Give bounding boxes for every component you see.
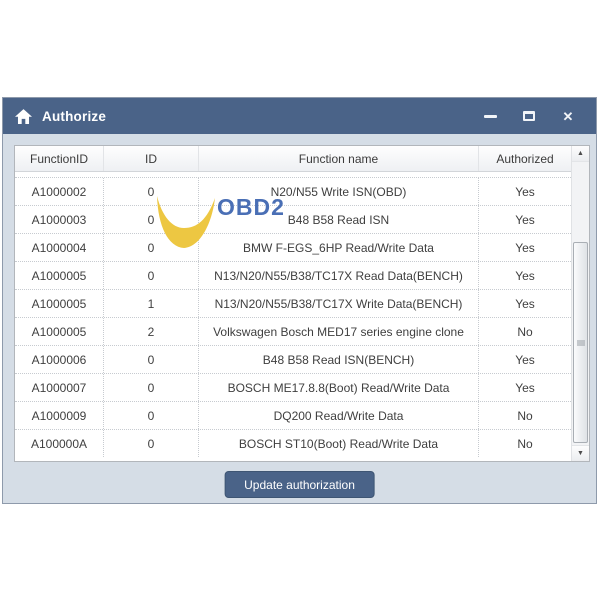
cell-function-name: N13/N20/N55/B38/TC17X Write Data(BENCH) [199,290,479,317]
table-row[interactable]: A1000007 0 BOSCH ME17.8.8(Boot) Read/Wri… [15,373,571,401]
cell-function-id: A1000007 [15,374,104,401]
cell-id: 0 [104,206,199,233]
cell-function-name: DQ200 Read/Write Data [199,402,479,429]
cell-function-name: B48 B58 Read ISN(BENCH) [199,346,479,373]
page-background: Authorize ✕ FunctionID ID Function name [0,0,600,600]
cell-id: 2 [104,318,199,345]
cell-id: 0 [104,262,199,289]
scroll-up-button[interactable]: ▲ [572,146,589,162]
update-authorization-button[interactable]: Update authorization [224,471,375,498]
cell-function-id: A1000009 [15,402,104,429]
scrollbar-grip-icon [577,340,585,345]
table-header-row: FunctionID ID Function name Authorized [15,146,571,172]
table-body: A1000002 0 N20/N55 Write ISN(OBD) Yes A1… [15,177,571,457]
cell-function-name: B48 B58 Read ISN [199,206,479,233]
scrollbar-thumb[interactable] [573,242,588,443]
scroll-up-icon: ▲ [577,150,584,157]
table-row[interactable]: A1000005 1 N13/N20/N55/B38/TC17X Write D… [15,289,571,317]
column-header-function-name[interactable]: Function name [199,146,479,171]
cell-function-name: N13/N20/N55/B38/TC17X Read Data(BENCH) [199,262,479,289]
maximize-button[interactable] [521,108,537,124]
functions-table: FunctionID ID Function name Authorized A… [14,145,590,462]
cell-authorized: No [479,402,571,429]
table-row[interactable]: A1000005 0 N13/N20/N55/B38/TC17X Read Da… [15,261,571,289]
home-icon[interactable] [15,109,32,124]
cell-function-name: BOSCH ME17.8.8(Boot) Read/Write Data [199,374,479,401]
table-row[interactable]: A1000005 2 Volkswagen Bosch MED17 series… [15,317,571,345]
cell-authorized: Yes [479,374,571,401]
scroll-down-button[interactable]: ▼ [572,445,589,461]
cell-id: 1 [104,290,199,317]
cell-function-name: BMW F-EGS_6HP Read/Write Data [199,234,479,261]
minimize-icon [484,115,497,118]
cell-function-id: A1000005 [15,290,104,317]
scroll-down-icon: ▼ [577,450,584,457]
cell-id: 0 [104,374,199,401]
cell-authorized: No [479,318,571,345]
vertical-scrollbar[interactable]: ▲ ▼ [571,146,589,461]
cell-id: 0 [104,346,199,373]
cell-authorized: Yes [479,206,571,233]
cell-authorized: Yes [479,290,571,317]
close-icon: ✕ [563,110,574,123]
cell-authorized: Yes [479,178,571,205]
titlebar: Authorize ✕ [3,98,596,134]
window-controls: ✕ [482,108,584,124]
cell-function-id: A1000006 [15,346,104,373]
cell-function-name: Volkswagen Bosch MED17 series engine clo… [199,318,479,345]
cell-function-id: A100000A [15,430,104,457]
cell-function-name: BOSCH ST10(Boot) Read/Write Data [199,430,479,457]
cell-id: 0 [104,402,199,429]
maximize-icon [523,111,535,121]
table-row[interactable]: A1000002 0 N20/N55 Write ISN(OBD) Yes [15,177,571,205]
cell-id: 0 [104,430,199,457]
table-row[interactable]: A1000009 0 DQ200 Read/Write Data No [15,401,571,429]
column-header-function-id[interactable]: FunctionID [15,146,104,171]
cell-authorized: Yes [479,346,571,373]
cell-authorized: Yes [479,234,571,261]
authorize-window: Authorize ✕ FunctionID ID Function name [2,97,597,504]
cell-authorized: No [479,430,571,457]
cell-function-id: A1000004 [15,234,104,261]
minimize-button[interactable] [482,108,498,124]
window-content: FunctionID ID Function name Authorized A… [3,134,596,503]
cell-function-id: A1000005 [15,262,104,289]
cell-function-id: A1000003 [15,206,104,233]
table-row[interactable]: A100000A 0 BOSCH ST10(Boot) Read/Write D… [15,429,571,457]
cell-function-id: A1000002 [15,178,104,205]
table-row[interactable]: A1000006 0 B48 B58 Read ISN(BENCH) Yes [15,345,571,373]
window-title: Authorize [42,109,106,124]
cell-function-id: A1000005 [15,318,104,345]
table-row[interactable]: A1000004 0 BMW F-EGS_6HP Read/Write Data… [15,233,571,261]
cell-function-name: N20/N55 Write ISN(OBD) [199,178,479,205]
cell-id: 0 [104,234,199,261]
cell-id: 0 [104,178,199,205]
column-header-authorized[interactable]: Authorized [479,146,571,171]
table-row[interactable]: A1000003 0 B48 B58 Read ISN Yes [15,205,571,233]
close-button[interactable]: ✕ [560,108,576,124]
cell-authorized: Yes [479,262,571,289]
column-header-id[interactable]: ID [104,146,199,171]
